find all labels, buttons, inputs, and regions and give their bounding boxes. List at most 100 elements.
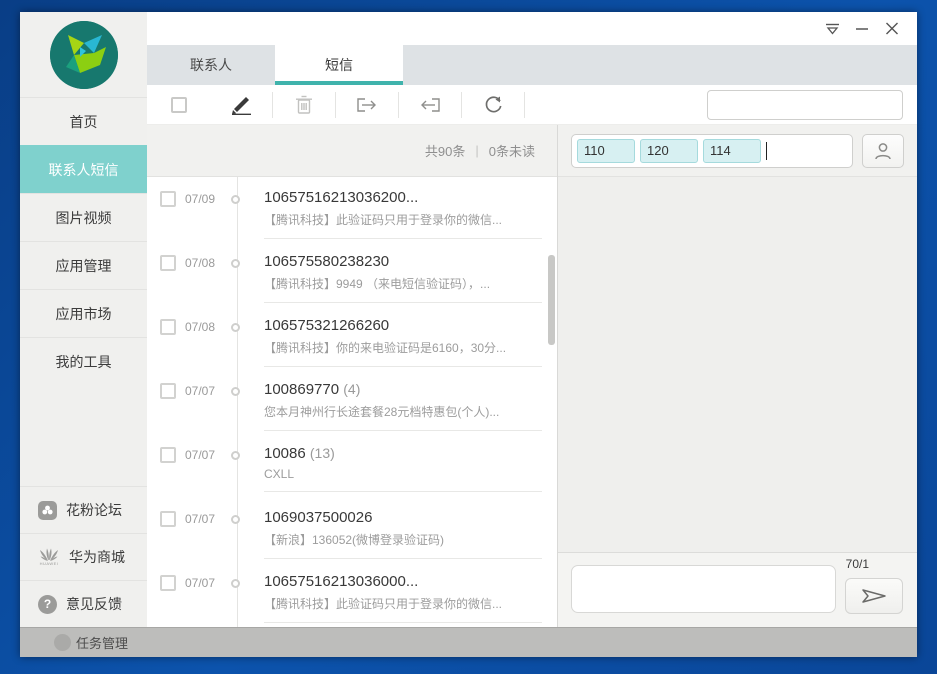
compose-area: 70/1 bbox=[558, 552, 917, 627]
recipient-chip[interactable]: 110 bbox=[577, 139, 635, 163]
row-preview: CXLL bbox=[264, 467, 542, 481]
recipient-bar: 110 120 114 bbox=[558, 125, 917, 177]
logo-container bbox=[20, 12, 147, 97]
message-row[interactable]: 07/09 10657516213036200... 【腾讯科技】此验证码只用于… bbox=[147, 177, 557, 241]
send-button[interactable] bbox=[845, 578, 903, 614]
message-row[interactable]: 07/07 100869770 (4) 您本月神州行长途套餐28元档特惠包(个人… bbox=[147, 369, 557, 433]
message-row[interactable]: 07/07 10657516213036000... 【腾讯科技】此验证码只用于… bbox=[147, 561, 557, 625]
minimize-button[interactable] bbox=[851, 20, 873, 38]
sidebar-item-my-tools[interactable]: 我的工具 bbox=[20, 337, 147, 385]
sidebar-item-home[interactable]: 首页 bbox=[20, 97, 147, 145]
sidebar-item-contacts-sms[interactable]: 联系人短信 bbox=[20, 145, 147, 193]
pick-contact-button[interactable] bbox=[862, 134, 904, 168]
message-list: 07/09 10657516213036200... 【腾讯科技】此验证码只用于… bbox=[147, 177, 557, 627]
window-menu-button[interactable] bbox=[821, 20, 843, 38]
sidebar-link-huawei-store[interactable]: HUAWEI 华为商城 bbox=[20, 533, 147, 580]
sidebar-item-app-market[interactable]: 应用市场 bbox=[20, 289, 147, 337]
row-body: 10657516213036000... 【腾讯科技】此验证码只用于登录你的微信… bbox=[264, 573, 542, 623]
sidebar-item-pictures-videos[interactable]: 图片视频 bbox=[20, 193, 147, 241]
content-split: 共90条 | 0条未读 07/09 10657516213036200... bbox=[147, 125, 917, 627]
row-preview: 【腾讯科技】此验证码只用于登录你的微信... bbox=[264, 211, 542, 228]
main-area: 联系人 短信 bbox=[147, 12, 917, 627]
row-date: 07/08 bbox=[185, 256, 231, 270]
trash-icon bbox=[295, 95, 313, 115]
menu-icon bbox=[825, 23, 840, 35]
sidebar: 首页 联系人短信 图片视频 应用管理 应用市场 我的工具 花粉论坛 bbox=[20, 12, 147, 627]
recipient-chip[interactable]: 114 bbox=[703, 139, 761, 163]
refresh-button[interactable] bbox=[462, 92, 525, 118]
export-button[interactable] bbox=[336, 92, 399, 118]
refresh-icon bbox=[484, 95, 503, 114]
timeline-dot bbox=[231, 259, 240, 268]
window-frame: 首页 联系人短信 图片视频 应用管理 应用市场 我的工具 花粉论坛 bbox=[0, 0, 937, 674]
close-button[interactable] bbox=[881, 20, 903, 38]
timeline-dot bbox=[231, 451, 240, 460]
list-scrollbar-thumb[interactable] bbox=[548, 255, 555, 345]
row-number: 10657516213036200... bbox=[264, 189, 418, 206]
sidebar-item-app-management[interactable]: 应用管理 bbox=[20, 241, 147, 289]
feedback-icon: ? bbox=[38, 595, 57, 614]
row-body: 100869770 (4) 您本月神州行长途套餐28元档特惠包(个人)... bbox=[264, 381, 542, 431]
timeline-dot bbox=[231, 195, 240, 204]
row-checkbox[interactable] bbox=[160, 255, 176, 271]
compose-input[interactable] bbox=[571, 565, 836, 613]
send-plane-icon bbox=[861, 586, 887, 606]
huawei-caption: HUAWEI bbox=[40, 561, 59, 566]
row-checkbox[interactable] bbox=[160, 447, 176, 463]
import-button[interactable] bbox=[399, 92, 462, 118]
delete-button[interactable] bbox=[273, 92, 336, 118]
conversation-messages-area bbox=[558, 177, 917, 552]
total-count: 共90条 bbox=[425, 141, 465, 160]
message-row[interactable]: 07/08 106575321266260 【腾讯科技】你的来电验证码是6160… bbox=[147, 305, 557, 369]
sidebar-link-feedback[interactable]: ? 意见反馈 bbox=[20, 580, 147, 627]
toolbar bbox=[147, 85, 917, 125]
tab-contacts[interactable]: 联系人 bbox=[147, 45, 275, 85]
task-manager-icon bbox=[54, 634, 71, 651]
timeline-dot bbox=[231, 579, 240, 588]
count-separator: | bbox=[475, 143, 478, 158]
tab-sms[interactable]: 短信 bbox=[275, 45, 403, 85]
statusbar: 任务管理 bbox=[20, 627, 917, 657]
export-icon bbox=[356, 96, 378, 114]
person-icon bbox=[873, 141, 893, 161]
unread-count: 0条未读 bbox=[489, 141, 535, 160]
message-count-bar: 共90条 | 0条未读 bbox=[147, 125, 557, 177]
compose-button[interactable] bbox=[210, 92, 273, 118]
row-checkbox[interactable] bbox=[160, 575, 176, 591]
row-body: 106575321266260 【腾讯科技】你的来电验证码是6160，30分..… bbox=[264, 317, 542, 367]
message-row[interactable]: 07/07 1069037500026 【新浪】136052(微博登录验证码) bbox=[147, 497, 557, 561]
text-caret bbox=[766, 142, 767, 160]
edit-pencil-icon bbox=[230, 95, 252, 115]
row-date: 07/07 bbox=[185, 384, 231, 398]
message-row[interactable]: 07/07 10086 (13) CXLL bbox=[147, 433, 557, 497]
row-number: 10086 bbox=[264, 445, 306, 462]
row-date: 07/09 bbox=[185, 192, 231, 206]
row-date: 07/07 bbox=[185, 576, 231, 590]
row-checkbox[interactable] bbox=[160, 319, 176, 335]
recipient-chip[interactable]: 120 bbox=[640, 139, 698, 163]
row-msg-count: (4) bbox=[343, 381, 360, 397]
row-msg-count: (13) bbox=[310, 445, 335, 461]
row-number: 106575580238230 bbox=[264, 253, 389, 270]
search-box[interactable] bbox=[707, 90, 903, 120]
sidebar-link-label: 意见反馈 bbox=[66, 594, 122, 614]
minimize-icon bbox=[855, 23, 869, 35]
row-number: 1069037500026 bbox=[264, 509, 372, 526]
row-date: 07/07 bbox=[185, 448, 231, 462]
row-preview: 您本月神州行长途套餐28元档特惠包(个人)... bbox=[264, 403, 542, 420]
row-checkbox[interactable] bbox=[160, 191, 176, 207]
recipient-input[interactable]: 110 120 114 bbox=[571, 134, 853, 168]
select-all-button[interactable] bbox=[147, 92, 210, 118]
char-counter: 70/1 bbox=[846, 557, 869, 571]
conversation-pane: 110 120 114 bbox=[557, 125, 917, 627]
sidebar-link-fans-forum[interactable]: 花粉论坛 bbox=[20, 486, 147, 533]
row-number: 100869770 bbox=[264, 381, 339, 398]
select-all-checkbox[interactable] bbox=[171, 97, 187, 113]
row-checkbox[interactable] bbox=[160, 511, 176, 527]
search-input[interactable] bbox=[716, 96, 896, 113]
task-manager-label[interactable]: 任务管理 bbox=[76, 633, 128, 652]
row-checkbox[interactable] bbox=[160, 383, 176, 399]
sidebar-link-label: 花粉论坛 bbox=[66, 500, 122, 520]
message-row[interactable]: 07/08 106575580238230 【腾讯科技】9949 （来电短信验证… bbox=[147, 241, 557, 305]
row-date: 07/07 bbox=[185, 512, 231, 526]
